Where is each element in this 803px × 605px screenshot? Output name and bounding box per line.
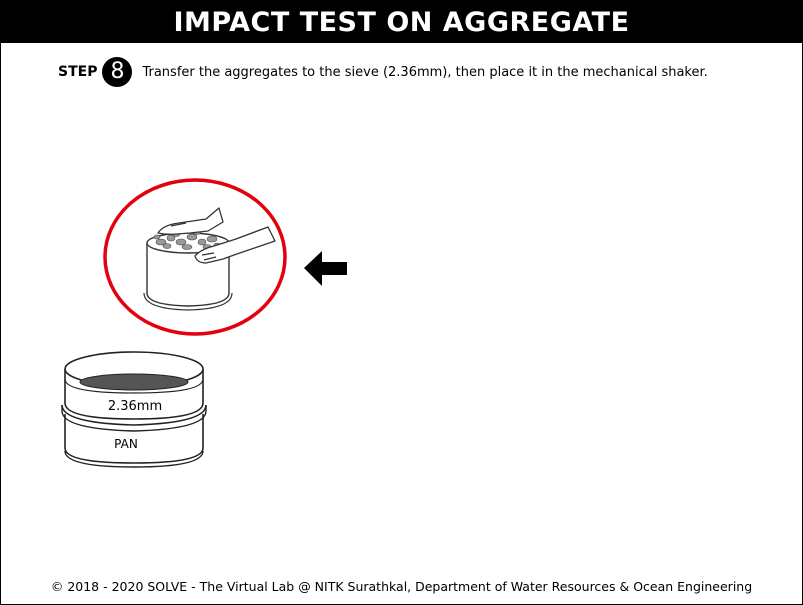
sieve-and-pan-illustration[interactable]: 2.36mm PAN — [61, 351, 207, 468]
aggregate-container-illustration[interactable] — [143, 207, 276, 311]
lab-step-panel: IMPACT TEST ON AGGREGATE STEP 8 Transfer… — [0, 0, 803, 605]
sieve-size-label: 2.36mm — [108, 399, 162, 414]
footer-copyright: © 2018 - 2020 SOLVE - The Virtual Lab @ … — [50, 579, 753, 594]
pointer-arrow-icon — [304, 251, 347, 286]
sieve-mesh — [79, 373, 189, 391]
pan-label: PAN — [114, 437, 138, 451]
procedure-illustration: 2.36mm PAN — [61, 178, 347, 468]
hand-top-icon — [157, 207, 224, 235]
